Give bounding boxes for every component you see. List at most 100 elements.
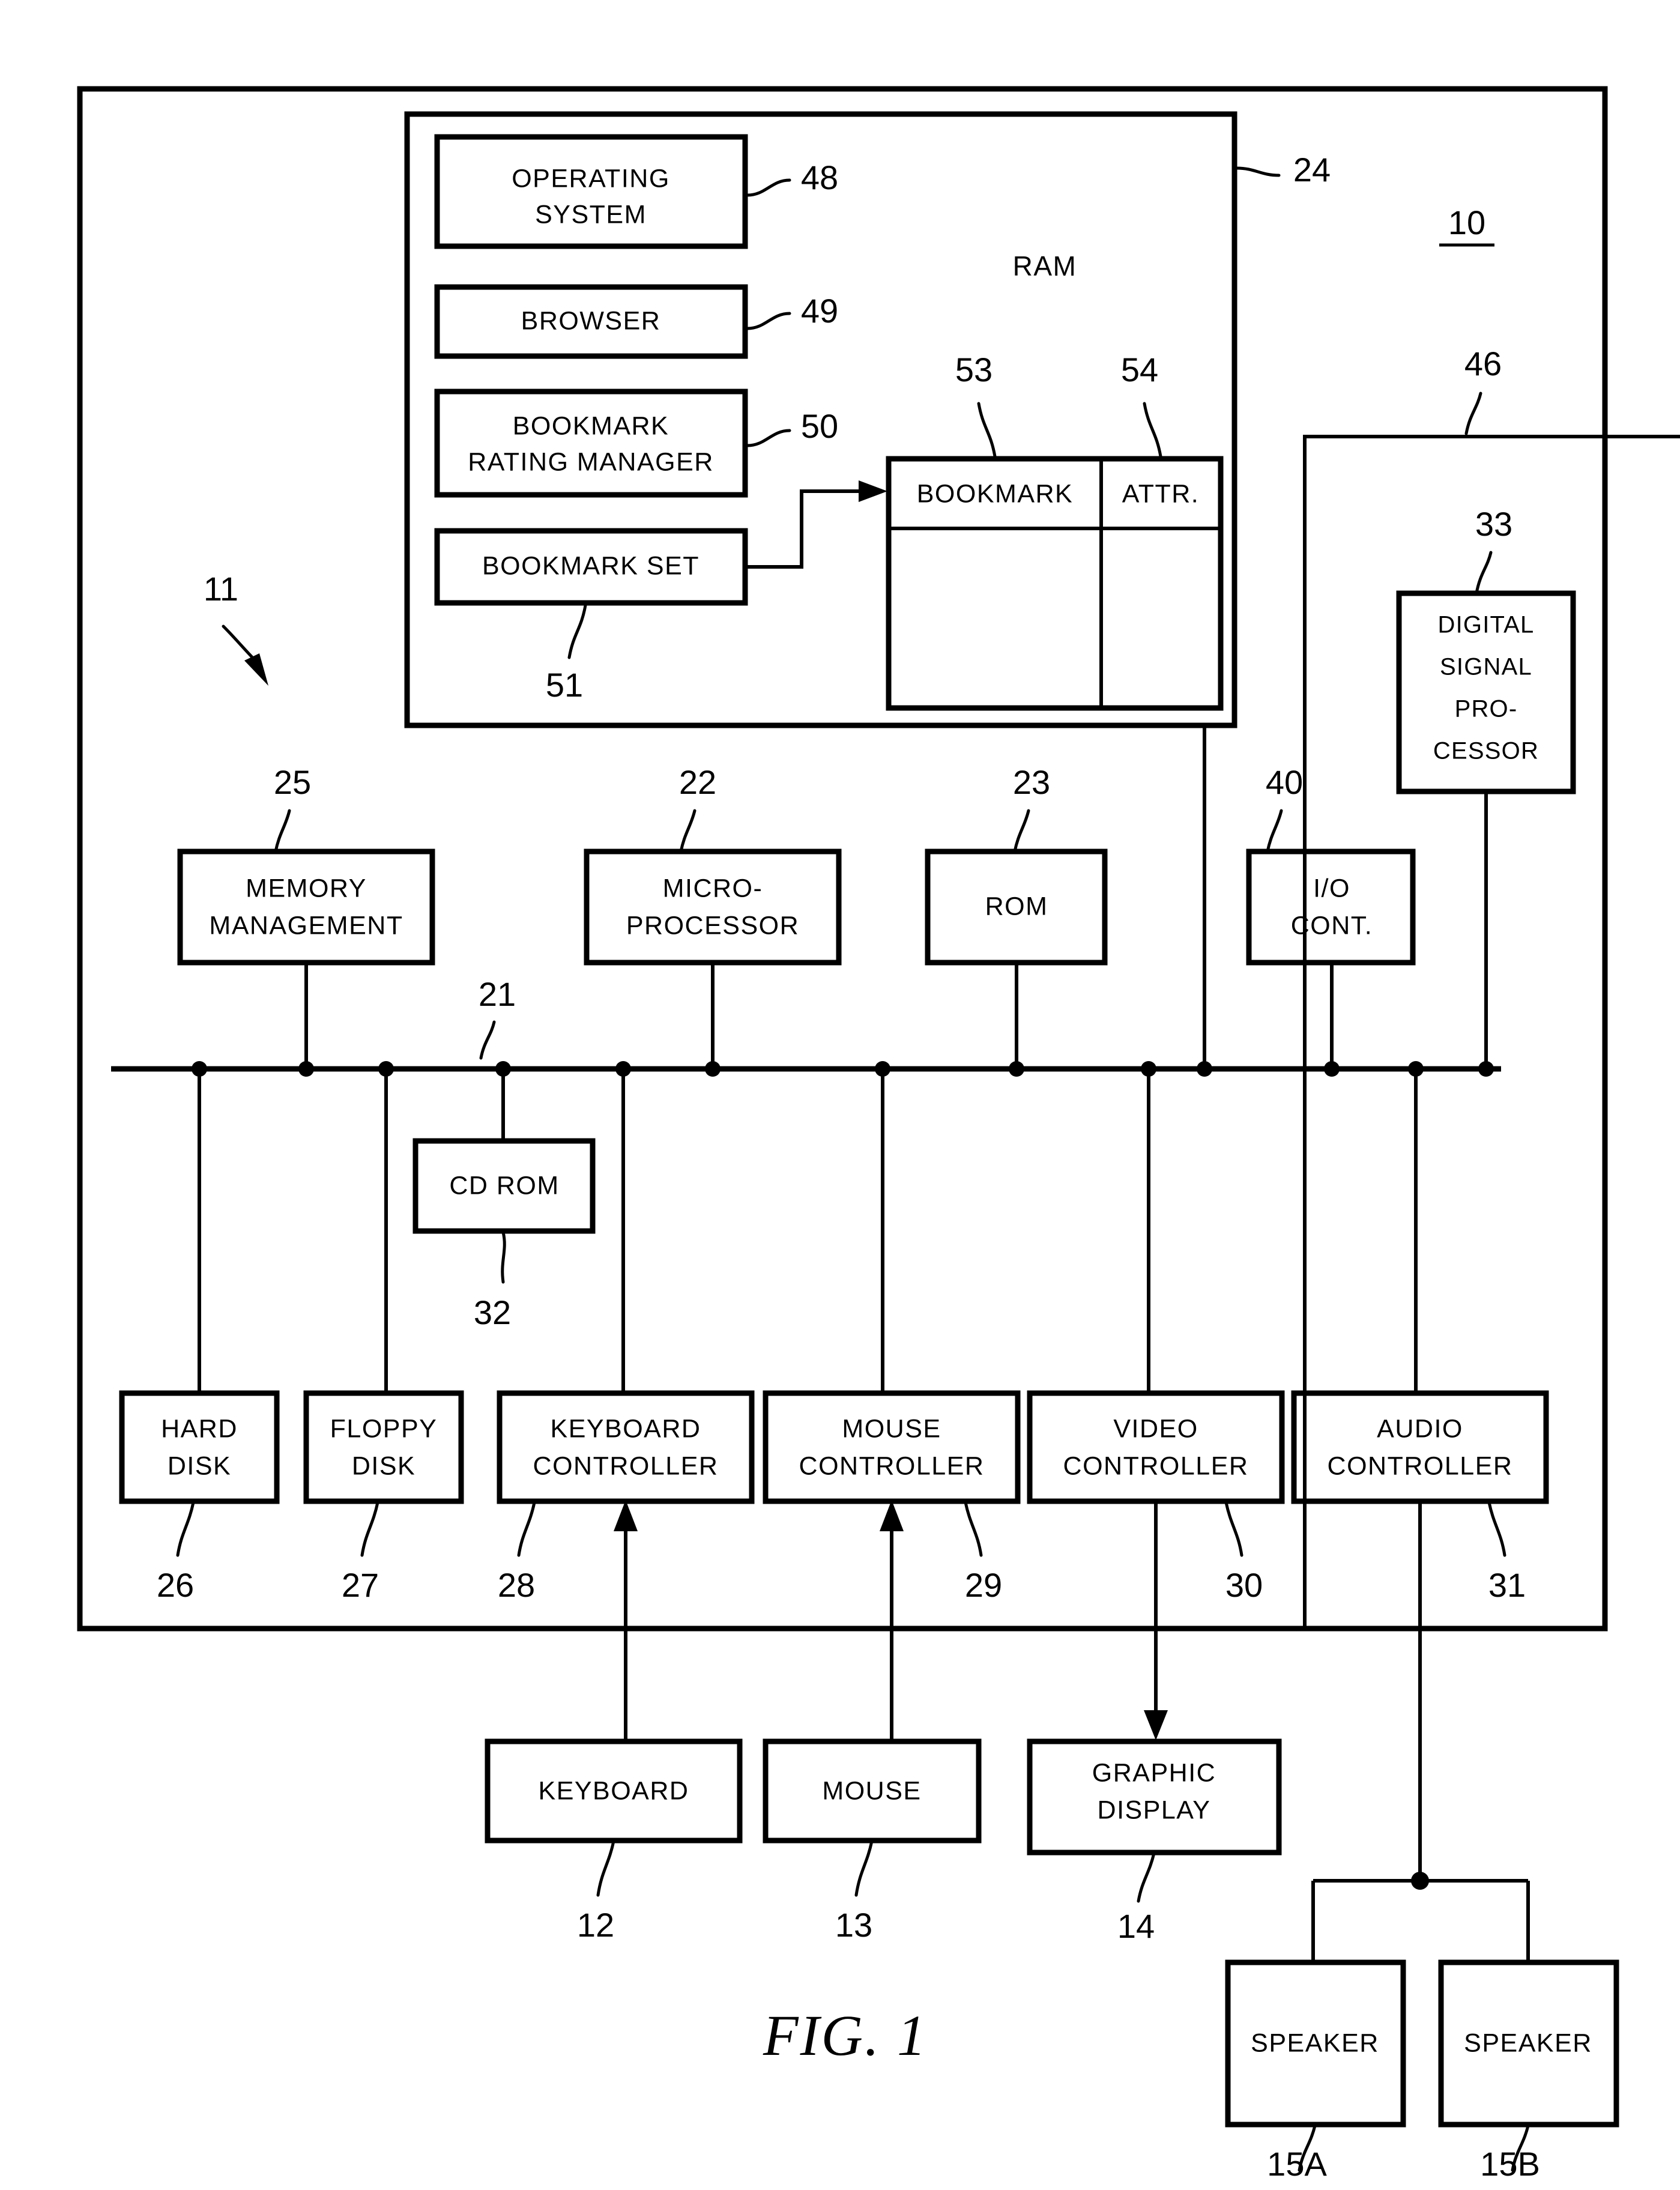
leader-22	[679, 809, 696, 853]
bookmark-set-to-table-wire	[745, 489, 859, 569]
mouse-label: MOUSE	[822, 1776, 921, 1805]
ref-number-32: 32	[474, 1293, 511, 1331]
mouse-controller-arrowhead	[880, 1500, 904, 1531]
ref-number-21: 21	[479, 975, 516, 1013]
ref-number-53: 53	[955, 351, 993, 389]
graphic-display-arrowhead	[1144, 1710, 1168, 1740]
bus-node-dot	[705, 1061, 721, 1077]
bus-node-dot	[298, 1061, 314, 1077]
leader-13	[854, 1839, 874, 1897]
ref-number-40: 40	[1266, 763, 1303, 801]
ref-number-50: 50	[801, 407, 838, 445]
leader-48	[746, 178, 791, 197]
ref-number-51: 51	[546, 666, 583, 704]
microprocessor-box	[584, 848, 842, 966]
ref-number-23: 23	[1013, 763, 1050, 801]
leader-28	[517, 1501, 536, 1557]
ref-number-11: 11	[204, 570, 238, 608]
ref-number-15B: 15B	[1480, 2145, 1540, 2183]
operating-system-label-line2: SYSTEM	[535, 200, 647, 229]
leader-50	[746, 429, 791, 447]
io-controller-box	[1246, 848, 1416, 966]
speaker-split-node-dot	[1411, 1872, 1429, 1890]
video-controller-label-line2: CONTROLLER	[1063, 1451, 1249, 1480]
ref-number-48: 48	[801, 159, 838, 196]
ref-number-14: 14	[1117, 1907, 1155, 1945]
leader-23	[1013, 809, 1030, 853]
ref-number-26: 26	[157, 1566, 194, 1604]
mouse-controller-box	[763, 1390, 1021, 1504]
figure-caption: FIG. 1	[763, 2003, 928, 2067]
leader-46	[1464, 392, 1482, 435]
leader-40	[1266, 809, 1283, 853]
ref-number-49: 49	[801, 292, 838, 330]
keyboard-controller-label-line1: KEYBOARD	[551, 1414, 701, 1443]
keyboard-controller-label-line2: CONTROLLER	[533, 1451, 719, 1480]
patent-figure-page: RAM OPERATING SYSTEM 48 BROWSER 49 BOOKM…	[0, 0, 1680, 2190]
memory-management-box	[177, 848, 435, 966]
io-controller-label-line2: CONT.	[1291, 911, 1373, 940]
ref-number-31: 31	[1488, 1566, 1526, 1604]
ref-number-30: 30	[1225, 1566, 1263, 1604]
bookmark-column-header: BOOKMARK	[917, 479, 1074, 508]
bus-node-dot	[1197, 1061, 1212, 1077]
bus-node-dot	[1478, 1061, 1494, 1077]
bookmark-rating-manager-label-line2: RATING MANAGER	[468, 447, 714, 476]
leader-14	[1137, 1851, 1156, 1903]
leader-33	[1475, 551, 1493, 595]
hard-disk-box	[119, 1390, 280, 1504]
video-controller-label-line1: VIDEO	[1113, 1414, 1198, 1443]
browser-label: BROWSER	[521, 306, 661, 335]
memory-management-label-line2: MANAGEMENT	[209, 911, 403, 940]
ref-number-22: 22	[679, 763, 716, 801]
figure-1-block-diagram: RAM OPERATING SYSTEM 48 BROWSER 49 BOOKM…	[77, 86, 1680, 2183]
speaker-right-label: SPEAKER	[1464, 2028, 1592, 2057]
audio-controller-label-line2: CONTROLLER	[1328, 1451, 1513, 1480]
bus-node-dot	[1408, 1061, 1424, 1077]
ref-number-28: 28	[498, 1566, 535, 1604]
leader-31	[1487, 1501, 1506, 1557]
dsp-label-line3: PRO-	[1455, 696, 1518, 722]
leader-27	[360, 1501, 379, 1557]
leader-32	[501, 1230, 506, 1284]
leader-29	[964, 1501, 983, 1557]
leader-26	[176, 1501, 195, 1557]
leader-30	[1224, 1501, 1243, 1557]
ref-number-46: 46	[1464, 345, 1502, 383]
graphic-display-label-line2: DISPLAY	[1098, 1795, 1211, 1824]
ref-number-15A-visible: 15A	[1267, 2145, 1327, 2183]
hard-disk-label-line2: DISK	[168, 1451, 231, 1480]
bus-node-dot	[1009, 1061, 1024, 1077]
bookmark-rating-manager-box	[434, 389, 748, 498]
floppy-disk-box	[303, 1390, 464, 1504]
keyboard-label: KEYBOARD	[539, 1776, 689, 1805]
bus-node-dot	[1324, 1061, 1340, 1077]
ref-number-27: 27	[342, 1566, 379, 1604]
leader-54	[1143, 402, 1162, 458]
audio-controller-label-line1: AUDIO	[1377, 1414, 1463, 1443]
leader-25	[274, 809, 291, 853]
attr-column-header: ATTR.	[1122, 479, 1200, 508]
bookmark-table-arrowhead	[859, 480, 887, 502]
leader-53	[977, 402, 997, 458]
leader-24	[1235, 166, 1281, 177]
leader-11-arrowhead	[244, 653, 268, 686]
audio-controller-box	[1291, 1390, 1549, 1504]
dsp-label-line2: SIGNAL	[1440, 654, 1532, 680]
io-controller-label-line1: I/O	[1313, 874, 1350, 903]
dsp-label-line4: CESSOR	[1433, 738, 1539, 764]
ref-number-12: 12	[577, 1906, 614, 1944]
dsp-label-line1: DIGITAL	[1437, 612, 1534, 638]
mouse-controller-label-line2: CONTROLLER	[799, 1451, 985, 1480]
bookmark-rating-manager-label-line1: BOOKMARK	[513, 411, 669, 440]
ref-number-29: 29	[965, 1566, 1002, 1604]
leader-49	[746, 312, 791, 330]
graphic-display-label-line1: GRAPHIC	[1092, 1758, 1216, 1787]
ref-number-54: 54	[1121, 351, 1158, 389]
ref-number-25: 25	[274, 763, 311, 801]
floppy-disk-label-line2: DISK	[352, 1451, 415, 1480]
memory-management-label-line1: MEMORY	[246, 874, 367, 903]
ref-number-33: 33	[1475, 505, 1512, 543]
floppy-disk-label-line1: FLOPPY	[330, 1414, 438, 1443]
leader-12	[596, 1839, 615, 1897]
